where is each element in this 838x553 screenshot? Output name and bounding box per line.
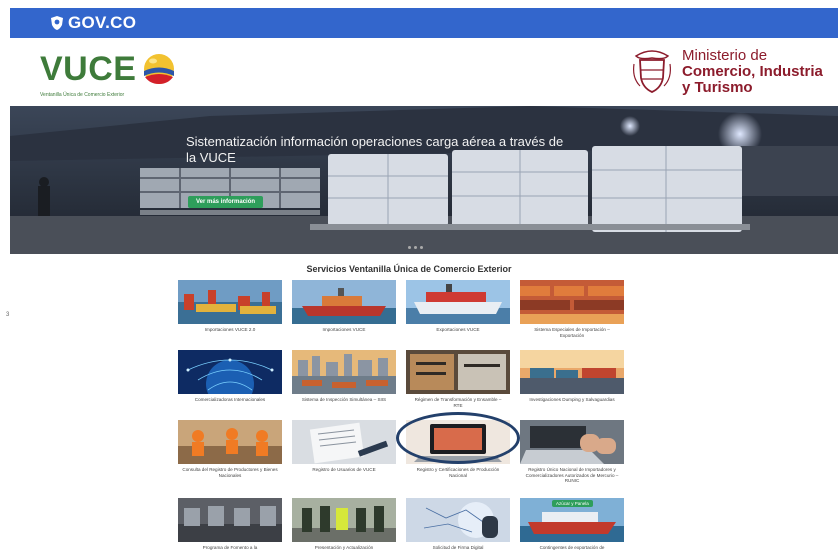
service-label[interactable]: Programa de Fomento a la [178,545,282,551]
gov-top-bar: GOV.CO [10,8,838,38]
service-tile[interactable]: Programa de Fomento a la [178,498,282,551]
service-label[interactable]: Sistema de Inspección Simultánea – SIIS [292,397,396,403]
service-label[interactable]: Régimen de Transformación y Ensamble – R… [406,397,510,408]
carousel-dot[interactable] [420,246,423,249]
service-tile[interactable]: Presentación y Actualización [292,498,396,551]
service-tile[interactable]: Régimen de Transformación y Ensamble – R… [406,350,510,408]
service-label[interactable]: Registro Único Nacional de Importadores … [520,467,624,484]
service-label[interactable]: Contingentes de exportación de [520,545,624,551]
service-thumbnail[interactable] [292,420,396,464]
service-label[interactable]: Exportaciones VUCE [406,327,510,333]
service-thumbnail[interactable] [406,498,510,542]
service-tile[interactable]: Registro Único Nacional de Importadores … [520,420,624,484]
service-thumbnail[interactable]: Azúcar y Panela [520,498,624,542]
ministry-line-2: Comercio, Industria [682,63,823,81]
hero-carousel[interactable]: Sistematización información operaciones … [10,106,838,254]
service-image [178,280,282,324]
service-thumbnail[interactable] [178,498,282,542]
service-label[interactable]: Comercializadoras Internacionales [178,397,282,403]
service-label[interactable]: Importaciones VUCE [292,327,396,333]
service-label[interactable]: Solicitud de Firma Digital [406,545,510,551]
ministry-line-3: y Turismo [682,78,753,96]
service-badge: Azúcar y Panela [552,500,593,507]
highlight-circle [396,412,520,464]
service-image [292,350,396,394]
service-thumbnail[interactable] [178,280,282,324]
service-image [520,350,624,394]
service-image [292,420,396,464]
vuce-logo[interactable]: VUCE Ventanilla Única de Comercio Exteri… [40,50,176,98]
service-thumbnail[interactable] [178,420,282,464]
service-tile[interactable]: Importaciones VUCE 2.0 [178,280,282,333]
service-thumbnail[interactable] [520,420,624,464]
site-header: VUCE Ventanilla Única de Comercio Exteri… [10,40,838,105]
service-label[interactable]: Consulta del Registro de Productores y B… [178,467,282,478]
hero-more-info-button[interactable]: Ver más información [188,196,264,208]
service-image [520,420,624,464]
service-image [178,420,282,464]
services-section-title: Servicios Ventanilla Única de Comercio E… [306,264,512,274]
service-image [406,350,510,394]
service-thumbnail[interactable] [292,498,396,542]
side-marker: 3 [6,312,10,318]
carousel-dot[interactable] [414,246,417,249]
service-image [406,280,510,324]
service-label[interactable]: Registro de Usuarios de VUCE [292,467,396,473]
service-label[interactable]: Registro y Certificaciones de Producción… [406,467,510,478]
gov-shield-icon [51,16,63,30]
vuce-tagline: Ventanilla Única de Comercio Exterior [40,92,125,98]
carousel-indicators[interactable] [408,246,423,249]
service-tile[interactable]: Investigaciones Dumping y Salvaguardias [520,350,624,403]
hero-cargo-image [10,106,838,254]
service-tile[interactable]: Exportaciones VUCE [406,280,510,333]
service-tile[interactable]: Consulta del Registro de Productores y B… [178,420,282,478]
service-image [520,280,624,324]
carousel-dot[interactable] [408,246,411,249]
service-thumbnail[interactable] [292,280,396,324]
ministry-logo[interactable]: Ministerio de Comercio, Industria y Turi… [630,48,823,96]
service-tile[interactable]: Comercializadoras Internacionales [178,350,282,403]
service-label[interactable]: Sistema Especiales de Importación – Expo… [520,327,624,338]
service-image [178,498,282,542]
service-tile[interactable]: Azúcar y Panela Contingentes de exportaci… [520,498,624,551]
ministry-name: Ministerio de Comercio, Industria y Turi… [682,48,823,95]
service-tile[interactable]: Solicitud de Firma Digital [406,498,510,551]
service-label[interactable]: Importaciones VUCE 2.0 [178,327,282,333]
service-thumbnail[interactable] [520,280,624,324]
service-thumbnail[interactable] [178,350,282,394]
service-tile[interactable]: Importaciones VUCE [292,280,396,333]
service-thumbnail[interactable] [406,280,510,324]
vuce-logo-text: VUCE [40,50,137,88]
service-tile[interactable]: Sistema Especiales de Importación – Expo… [520,280,624,338]
service-image [292,498,396,542]
ministry-line-1: Ministerio de [682,47,768,65]
gov-co-link[interactable]: GOV.CO [68,13,136,33]
service-image [178,350,282,394]
service-tile[interactable]: Registro de Usuarios de VUCE [292,420,396,473]
hero-title: Sistematización información operaciones … [186,134,564,166]
service-thumbnail[interactable] [292,350,396,394]
service-thumbnail[interactable] [520,350,624,394]
service-image [406,498,510,542]
service-label[interactable]: Investigaciones Dumping y Salvaguardias [520,397,624,403]
service-thumbnail[interactable] [406,350,510,394]
vuce-colombia-ball-icon [144,54,175,84]
service-label[interactable]: Presentación y Actualización [292,545,396,551]
service-image [292,280,396,324]
colombia-coat-of-arms-icon [633,50,671,93]
service-tile[interactable]: Sistema de Inspección Simultánea – SIIS [292,350,396,403]
